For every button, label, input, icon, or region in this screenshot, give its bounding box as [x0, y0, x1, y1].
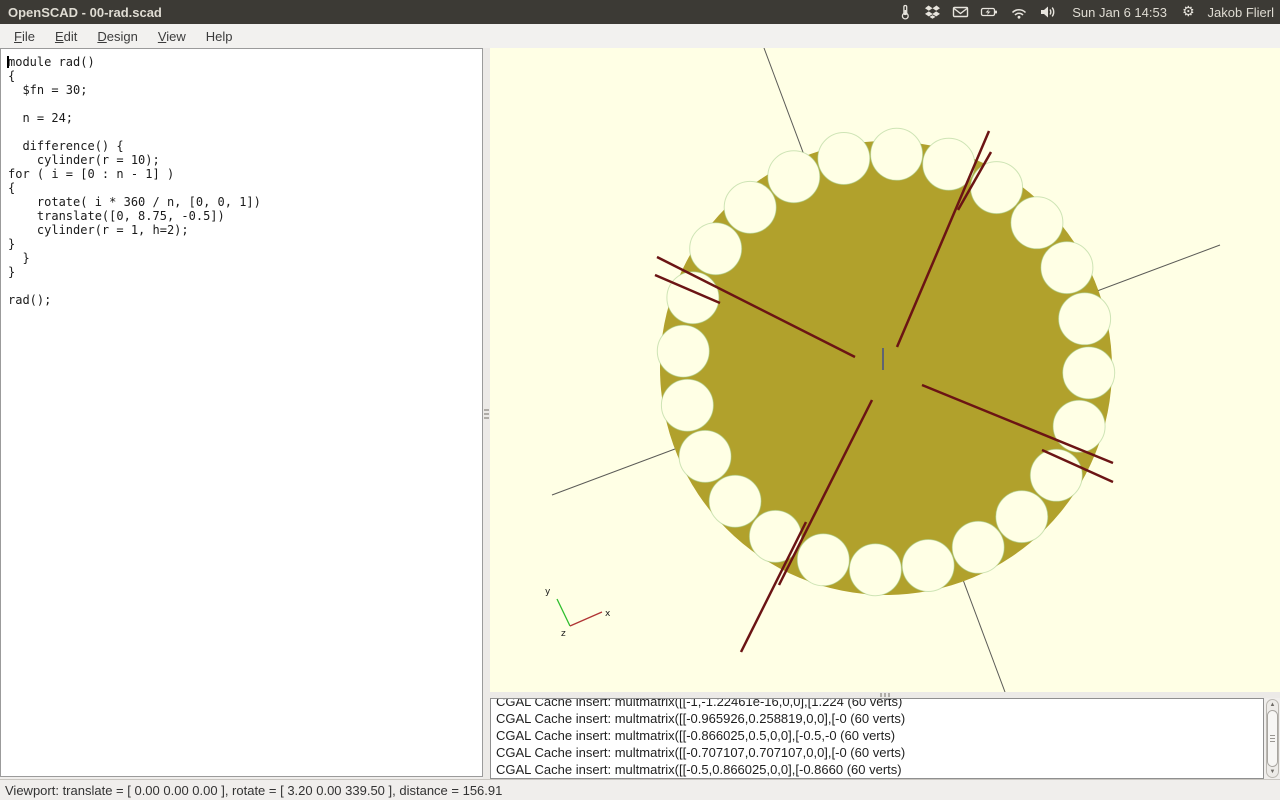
console-log[interactable]: CGAL Cache insert: multmatrix([[-1,-1.22… — [490, 698, 1264, 779]
code-text: module rad() { $fn = 30; n = 24; differe… — [1, 49, 482, 307]
status-bar: Viewport: translate = [ 0.00 0.00 0.00 ]… — [0, 779, 1280, 800]
disk-hole — [661, 379, 713, 431]
disk-hole — [1053, 400, 1105, 452]
code-editor[interactable]: module rad() { $fn = 30; n = 24; differe… — [0, 48, 483, 777]
text-caret — [7, 56, 9, 68]
menu-item-edit[interactable]: Edit — [45, 26, 87, 47]
scrollbar-thumb[interactable] — [1267, 710, 1278, 767]
right-column: y x z CGAL Cache insert: multmatrix([[-1,-… — [490, 48, 1280, 779]
wifi-icon[interactable] — [1010, 4, 1028, 20]
system-tray: Sun Jan 6 14:53 ⚙ Jakob Flierl — [897, 0, 1274, 24]
viewport-status-text: Viewport: translate = [ 0.00 0.00 0.00 ]… — [5, 783, 502, 798]
disk-hole — [657, 325, 709, 377]
disk-hole — [709, 475, 761, 527]
3d-viewport[interactable]: y x z — [490, 48, 1280, 692]
disk-hole — [679, 430, 731, 482]
disk-hole — [1059, 293, 1111, 345]
vertical-splitter[interactable] — [483, 48, 490, 779]
disk-hole — [849, 544, 901, 596]
disk-hole — [690, 223, 742, 275]
menu-item-help[interactable]: Help — [196, 26, 243, 47]
console-lines: CGAL Cache insert: multmatrix([[-1,-1.22… — [496, 698, 1258, 778]
dropbox-icon[interactable] — [924, 4, 941, 20]
disk-hole — [1041, 242, 1093, 294]
disk-hole — [971, 162, 1023, 214]
clock[interactable]: Sun Jan 6 14:53 — [1072, 5, 1167, 20]
thermometer-icon[interactable] — [897, 4, 913, 20]
session-gear-icon[interactable]: ⚙ — [1182, 0, 1195, 24]
indicator-label-y: y — [545, 587, 551, 597]
disk-hole — [996, 491, 1048, 543]
disk-hole — [1063, 347, 1115, 399]
disk-hole — [667, 272, 719, 324]
disk-hole — [724, 181, 776, 233]
3d-scene-svg: y x z — [490, 48, 1280, 692]
console-row: CGAL Cache insert: multmatrix([[-1,-1.22… — [490, 698, 1280, 779]
openscad-window: OpenSCAD - 00-rad.scad Sun Jan 6 14:53 ⚙ — [0, 0, 1280, 800]
disk-hole — [952, 521, 1004, 573]
menu-item-view[interactable]: View — [148, 26, 196, 47]
console-scrollbar[interactable]: ▲ ▼ — [1266, 699, 1279, 778]
menubar: FileEditDesignViewHelp — [0, 24, 1280, 48]
disk-hole — [818, 133, 870, 185]
main-area: module rad() { $fn = 30; n = 24; differe… — [0, 48, 1280, 779]
disk-hole — [902, 540, 954, 592]
unity-top-panel: OpenSCAD - 00-rad.scad Sun Jan 6 14:53 ⚙ — [0, 0, 1280, 24]
menu-item-file[interactable]: File — [4, 26, 45, 47]
scroll-up-icon[interactable]: ▲ — [1270, 700, 1276, 710]
window-title: OpenSCAD - 00-rad.scad — [8, 5, 162, 20]
indicator-label-x: x — [605, 609, 611, 619]
menu-item-design[interactable]: Design — [87, 26, 147, 47]
disk-hole — [1011, 197, 1063, 249]
session-username[interactable]: Jakob Flierl — [1208, 5, 1274, 20]
indicator-label-z: z — [561, 629, 566, 639]
mail-icon[interactable] — [952, 4, 969, 20]
disk-hole — [871, 128, 923, 180]
disk-hole — [768, 151, 820, 203]
battery-icon[interactable] — [980, 4, 999, 20]
disk-hole — [797, 534, 849, 586]
volume-icon[interactable] — [1039, 4, 1058, 20]
scroll-down-icon[interactable]: ▼ — [1270, 767, 1276, 777]
